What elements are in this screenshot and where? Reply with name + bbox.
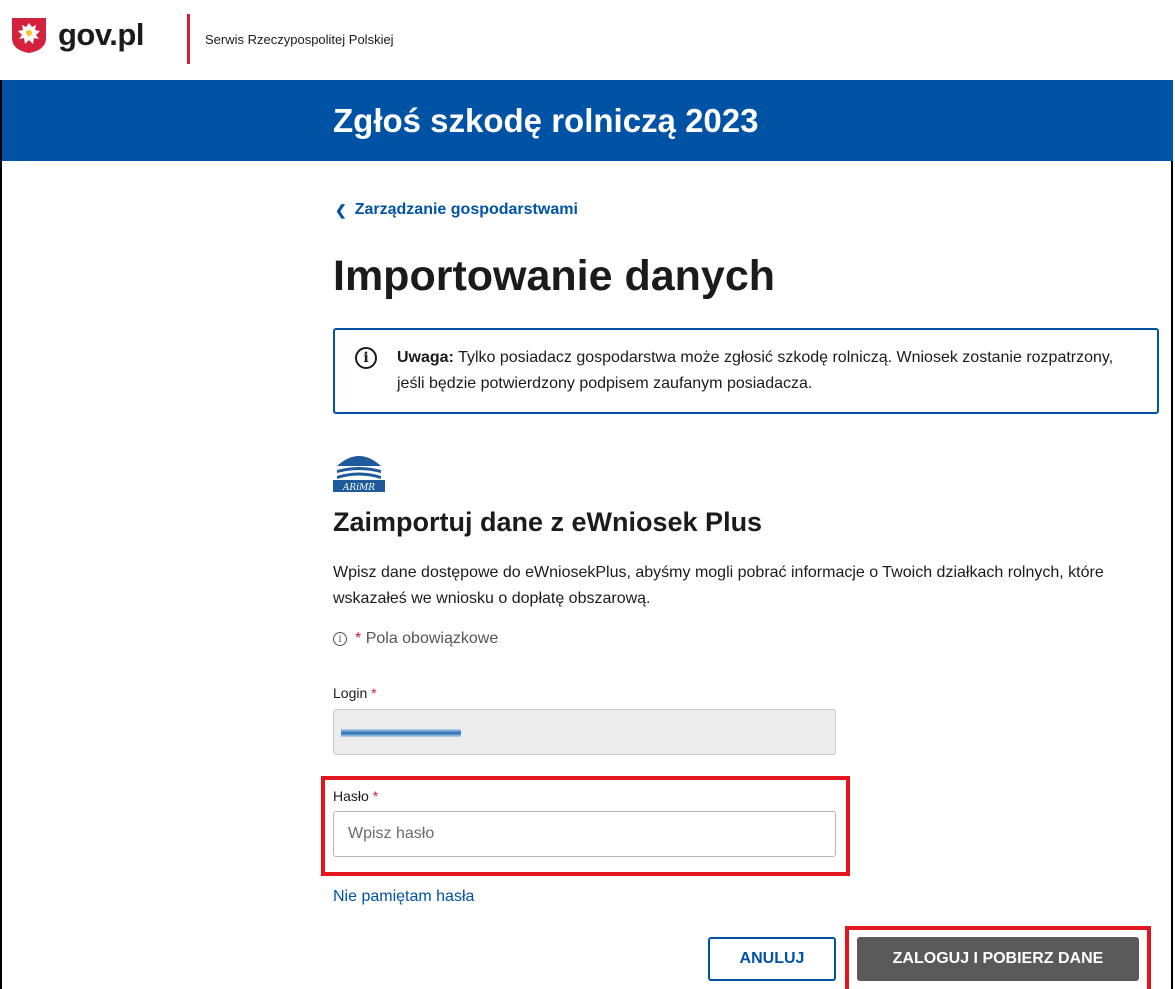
arimr-logo: ARiMR: [333, 440, 385, 497]
required-note: i * Pola obowiązkowe: [333, 630, 498, 648]
required-note-label: Pola obowiązkowe: [365, 630, 499, 647]
login-and-import-button[interactable]: ZALOGUJ I POBIERZ DANE: [857, 937, 1139, 981]
arimr-logo-icon: ARiMR: [333, 440, 385, 493]
header-divider: [187, 14, 190, 64]
info-icon: i: [333, 632, 347, 646]
chevron-left-icon: ❮: [335, 201, 347, 218]
highlight-password-box: [321, 776, 850, 876]
notice-body: Tylko posiadacz gospodarstwa może zgłosi…: [397, 349, 1114, 392]
back-link[interactable]: ❮ Zarządzanie gospodarstwami: [335, 201, 578, 219]
notice-box: i Uwaga: Tylko posiadacz gospodarstwa mo…: [333, 328, 1159, 414]
required-star: *: [371, 685, 377, 701]
import-description: Wpisz dane dostępowe do eWniosekPlus, ab…: [333, 564, 1104, 607]
forgot-password-link[interactable]: Nie pamiętam hasła: [333, 888, 474, 906]
polish-eagle-icon: [12, 18, 46, 53]
login-label: Login *: [333, 685, 377, 701]
info-icon: i: [355, 347, 377, 369]
top-bar: gov.pl Serwis Rzeczypospolitej Polskiej: [0, 0, 1175, 80]
service-title[interactable]: Zgłoś szkodę rolniczą 2023: [333, 102, 759, 140]
arimr-logo-text: ARiMR: [342, 483, 375, 492]
service-name: Serwis Rzeczypospolitej Polskiej: [205, 32, 394, 47]
login-field[interactable]: [333, 709, 836, 755]
notice-text: Uwaga: Tylko posiadacz gospodarstwa może…: [397, 345, 1137, 397]
section-title: Zaimportuj dane z eWniosek Plus: [333, 507, 763, 537]
required-star: *: [355, 630, 362, 647]
cancel-button[interactable]: ANULUJ: [708, 937, 836, 981]
back-link-label: Zarządzanie gospodarstwami: [354, 201, 578, 218]
page-title: Importowanie danych: [333, 252, 776, 300]
gov-logo-link[interactable]: gov.pl: [10, 16, 144, 54]
notice-label: Uwaga:: [397, 349, 454, 366]
gov-logo-text: gov.pl: [58, 17, 144, 52]
redacted-login-value: [341, 729, 461, 737]
